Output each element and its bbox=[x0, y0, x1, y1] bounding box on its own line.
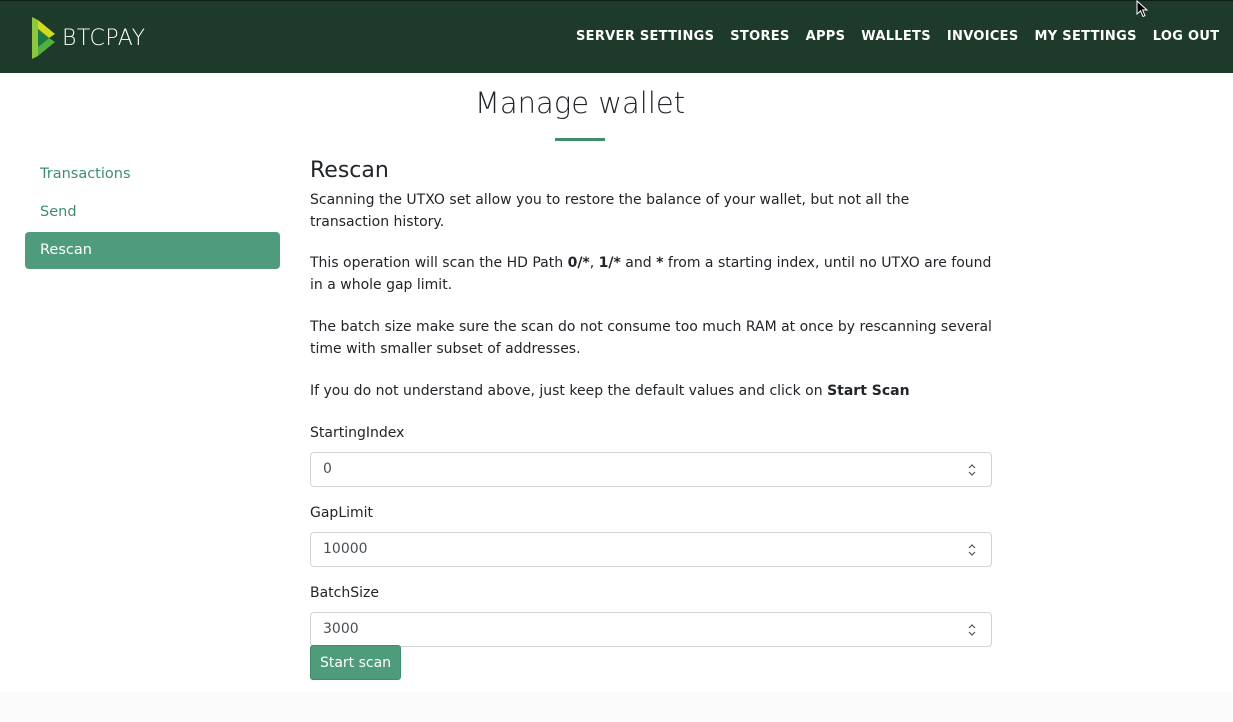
text-segment: If you do not understand above, just kee… bbox=[310, 383, 828, 399]
text-segment: This operation will scan the HD Path bbox=[310, 255, 568, 271]
paragraph-defaults-hint: If you do not understand above, just kee… bbox=[310, 381, 992, 403]
rescan-panel: Rescan Scanning the UTXO set allow you t… bbox=[310, 156, 992, 647]
number-spinner-icon[interactable] bbox=[967, 622, 977, 638]
paragraph-utxo-intro: Scanning the UTXO set allow you to resto… bbox=[310, 192, 910, 230]
gap-limit-input[interactable] bbox=[311, 532, 951, 566]
section-title: Rescan bbox=[310, 158, 389, 183]
nav-log-out[interactable]: LOG OUT bbox=[1153, 29, 1220, 44]
sidebar-item-send[interactable]: Send bbox=[25, 194, 280, 231]
top-navbar: BTCPAY SERVER SETTINGS STORES APPS WALLE… bbox=[0, 0, 1233, 73]
mouse-cursor-icon bbox=[1136, 0, 1149, 18]
nav-my-settings[interactable]: MY SETTINGS bbox=[1035, 29, 1137, 44]
nav-apps[interactable]: APPS bbox=[806, 29, 846, 44]
text-segment: and bbox=[620, 255, 657, 271]
sidebar-item-rescan[interactable]: Rescan bbox=[25, 232, 280, 269]
page-footer-strip bbox=[0, 692, 1233, 722]
page-title: Manage wallet bbox=[474, 86, 686, 120]
title-underline bbox=[555, 138, 605, 141]
batch-size-input[interactable] bbox=[311, 612, 951, 646]
paragraph-hd-path: This operation will scan the HD Path 0/*… bbox=[310, 253, 992, 296]
starting-index-field bbox=[310, 451, 992, 487]
gap-limit-field bbox=[310, 531, 992, 567]
nav-server-settings[interactable]: SERVER SETTINGS bbox=[576, 29, 714, 44]
number-spinner-icon[interactable] bbox=[967, 542, 977, 558]
batch-size-field bbox=[310, 611, 992, 647]
starting-index-label: StartingIndex bbox=[310, 424, 405, 441]
nav-wallets[interactable]: WALLETS bbox=[861, 29, 931, 44]
gap-limit-label: GapLimit bbox=[310, 504, 374, 521]
nav-invoices[interactable]: INVOICES bbox=[947, 29, 1019, 44]
sidebar-item-transactions[interactable]: Transactions bbox=[25, 156, 280, 193]
nav-stores[interactable]: STORES bbox=[730, 29, 789, 44]
starting-index-input[interactable] bbox=[311, 452, 951, 486]
hd-path-1: 1/* bbox=[598, 255, 621, 271]
btcpay-logo-icon bbox=[32, 17, 55, 59]
brand-name: BTCPAY bbox=[62, 25, 146, 51]
text-segment: , bbox=[589, 255, 599, 271]
paragraph-batch-size: The batch size make sure the scan do not… bbox=[310, 319, 992, 357]
main-nav: SERVER SETTINGS STORES APPS WALLETS INVO… bbox=[576, 29, 1233, 44]
brand-logo-link[interactable]: BTCPAY bbox=[30, 14, 146, 62]
number-spinner-icon[interactable] bbox=[967, 462, 977, 478]
sidebar-nav: Transactions Send Rescan bbox=[25, 156, 280, 270]
hd-path-0: 0/* bbox=[567, 255, 590, 271]
start-scan-hint: Start Scan bbox=[827, 383, 910, 399]
batch-size-label: BatchSize bbox=[310, 584, 379, 601]
start-scan-button[interactable]: Start scan bbox=[310, 645, 401, 680]
